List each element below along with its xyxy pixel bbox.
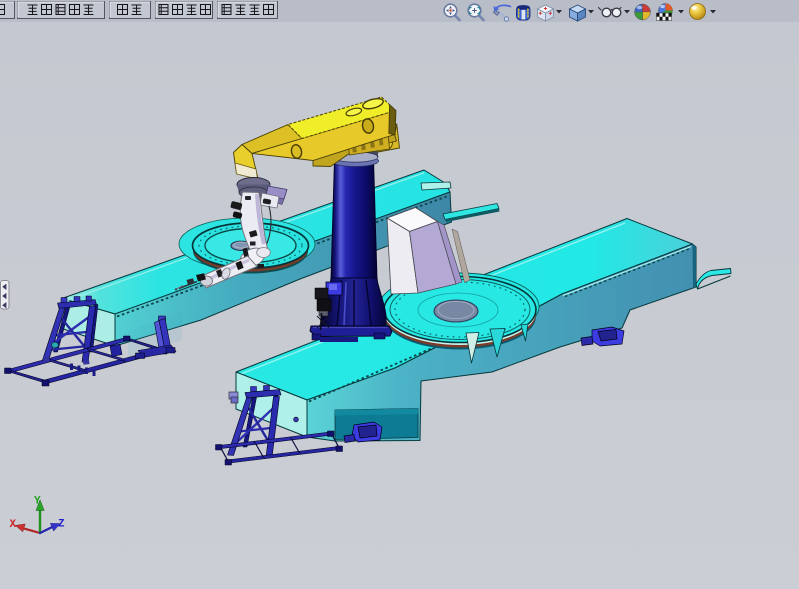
svg-text:X: X [10, 519, 17, 531]
svg-text:Y: Y [34, 496, 41, 508]
svg-text:Z: Z [58, 519, 65, 531]
